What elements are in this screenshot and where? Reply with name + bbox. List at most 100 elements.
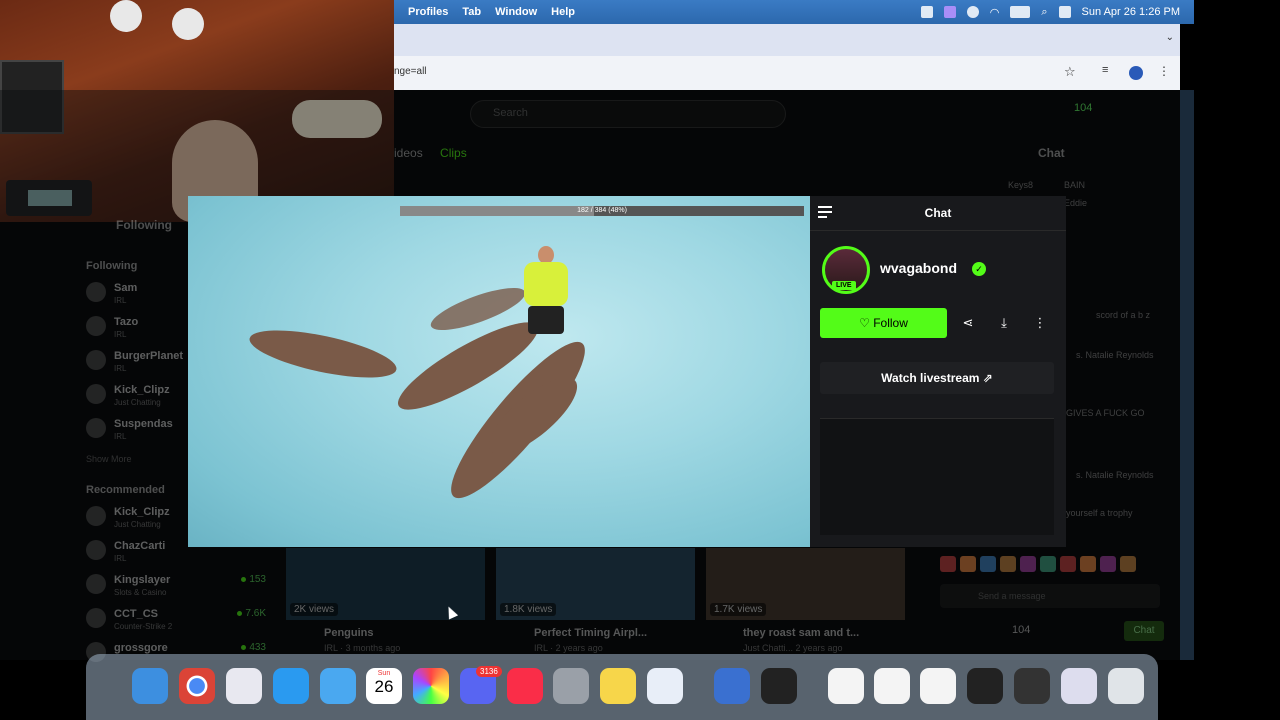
follow-button[interactable]: ♡ Follow [820, 308, 947, 338]
heart-icon: ♡ [859, 316, 870, 330]
spotlight-search-icon[interactable]: ⌕ [1041, 6, 1047, 19]
emote-icon[interactable] [1080, 556, 1096, 572]
finder-icon[interactable] [132, 668, 168, 704]
menu-profiles[interactable]: Profiles [408, 6, 448, 18]
emote-icon[interactable] [980, 556, 996, 572]
menu-help[interactable]: Help [551, 6, 575, 18]
share-icon[interactable]: ⋖ [953, 308, 983, 338]
channel-username[interactable]: wvagabond [880, 260, 957, 276]
video-title[interactable]: Perfect Timing Airpl... [534, 627, 647, 639]
app-icon[interactable] [714, 668, 750, 704]
emote-icon[interactable] [1100, 556, 1116, 572]
background-window-strip [1180, 90, 1194, 660]
minimized-window-icon[interactable] [967, 668, 1003, 704]
send-message-input[interactable]: Send a message [940, 584, 1160, 608]
chat-viewer-count: 104 [1012, 624, 1031, 636]
download-icon[interactable]: ⤓ [989, 308, 1019, 338]
live-badge: LIVE [832, 281, 856, 290]
live-dot-icon [241, 577, 247, 582]
chat-line: Eddie [1064, 198, 1088, 208]
emote-icon[interactable] [1120, 556, 1136, 572]
external-link-icon: ⇗ [982, 371, 993, 385]
minimized-window-icon[interactable] [1014, 668, 1050, 704]
chat-messages-area [820, 418, 1054, 535]
notes-icon[interactable] [600, 668, 636, 704]
browser-address-bar[interactable]: nge=all ☆ ≡ ⋮ [394, 56, 1180, 90]
cast-icon[interactable]: ≡ [1102, 64, 1108, 76]
avatar [86, 418, 106, 438]
minimized-window-icon[interactable] [828, 668, 864, 704]
menubar-datetime[interactable]: Sun Apr 26 1:26 PM [1082, 6, 1180, 18]
emote-icon[interactable] [960, 556, 976, 572]
watch-livestream-button[interactable]: Watch livestream ⇗ [820, 362, 1054, 394]
video-meta: IRL · 2 years ago [534, 643, 603, 653]
tab-dropdown-icon[interactable]: ⌄ [1166, 32, 1174, 43]
video-thumbnails: 2K views 1.8K views 1.7K views [286, 548, 905, 620]
menu-window[interactable]: Window [495, 6, 537, 18]
tab-videos[interactable]: ideos [394, 146, 423, 160]
music-icon[interactable] [507, 668, 543, 704]
site-search-placeholder: Search [493, 107, 528, 119]
minimized-window-icon[interactable] [874, 668, 910, 704]
video-thumbnail[interactable]: 1.7K views [706, 548, 905, 620]
sidebar-item-recommended[interactable]: CCT_CS Counter-Strike 2 7.6K [86, 608, 266, 642]
control-center-icon[interactable] [1058, 6, 1071, 18]
verified-check-icon: ✓ [972, 262, 986, 276]
obs-icon[interactable] [761, 668, 797, 704]
bookmark-star-icon[interactable]: ☆ [1064, 64, 1076, 80]
video-player[interactable]: 182 / 384 (48%) [188, 196, 810, 547]
video-meta: IRL · 3 months ago [324, 643, 401, 653]
live-dot-icon [237, 611, 243, 616]
profile-avatar[interactable] [1129, 66, 1143, 80]
chat-line: scord of a b z [1096, 310, 1151, 320]
chrome-icon[interactable] [179, 668, 215, 704]
launchpad-icon[interactable] [226, 668, 262, 704]
system-settings-icon[interactable] [553, 668, 589, 704]
mail-icon[interactable] [320, 668, 356, 704]
send-message-placeholder: Send a message [978, 591, 1046, 601]
avatar [86, 574, 106, 594]
simulator-icon[interactable] [647, 668, 683, 704]
emote-bar [940, 556, 1136, 572]
browser-tabstrip: ⌄ [394, 24, 1180, 56]
wifi-icon[interactable]: ◠ [990, 6, 1000, 19]
viewer-count: 104 [1074, 102, 1093, 114]
emote-icon[interactable] [1000, 556, 1016, 572]
chat-popup-panel: Chat LIVE wvagabond ✓ ♡ Follow ⋖ ⤓ ⋮ Wat… [810, 196, 1066, 547]
swimmer-person [516, 246, 570, 346]
sidebar-item-recommended[interactable]: Kingslayer Slots & Casino 153 [86, 574, 266, 608]
emote-icon[interactable] [1040, 556, 1056, 572]
trash-icon[interactable] [1108, 668, 1144, 704]
screen-share-icon[interactable] [943, 6, 956, 18]
avatar [86, 384, 106, 404]
video-title[interactable]: they roast sam and t... [743, 627, 859, 639]
avatar [86, 282, 106, 302]
browser-menu-icon[interactable]: ⋮ [1158, 64, 1170, 78]
minimized-window-icon[interactable] [920, 668, 956, 704]
emote-icon[interactable] [940, 556, 956, 572]
chat-send-button[interactable]: Chat [1124, 621, 1164, 641]
menu-tab[interactable]: Tab [462, 6, 481, 18]
calendar-icon[interactable]: Sun 26 [366, 668, 402, 704]
live-dot-icon [241, 645, 247, 650]
emote-icon[interactable] [1020, 556, 1036, 572]
battery-icon[interactable] [1010, 6, 1031, 18]
video-thumbnail[interactable]: 1.8K views [496, 548, 695, 620]
chat-line: Keys8 [1008, 180, 1034, 190]
photos-icon[interactable] [413, 668, 449, 704]
status-icon[interactable] [920, 6, 933, 18]
address-url[interactable]: nge=all [394, 66, 427, 77]
more-options-icon[interactable]: ⋮ [1025, 308, 1055, 338]
follow-label: Follow [873, 316, 908, 330]
safari-icon[interactable] [273, 668, 309, 704]
view-count: 1.7K views [710, 603, 767, 616]
video-title[interactable]: Penguins [324, 627, 374, 639]
channel-tabs: ideos Clips [394, 146, 467, 160]
minimized-window-icon[interactable] [1061, 668, 1097, 704]
tab-clips[interactable]: Clips [440, 146, 467, 160]
emote-icon[interactable] [1060, 556, 1076, 572]
play-icon[interactable] [966, 6, 979, 18]
sidebar-following-top: Following [116, 218, 172, 232]
site-search-input[interactable]: Search [470, 100, 786, 128]
chat-line: s. Natalie Reynolds [1076, 470, 1154, 480]
